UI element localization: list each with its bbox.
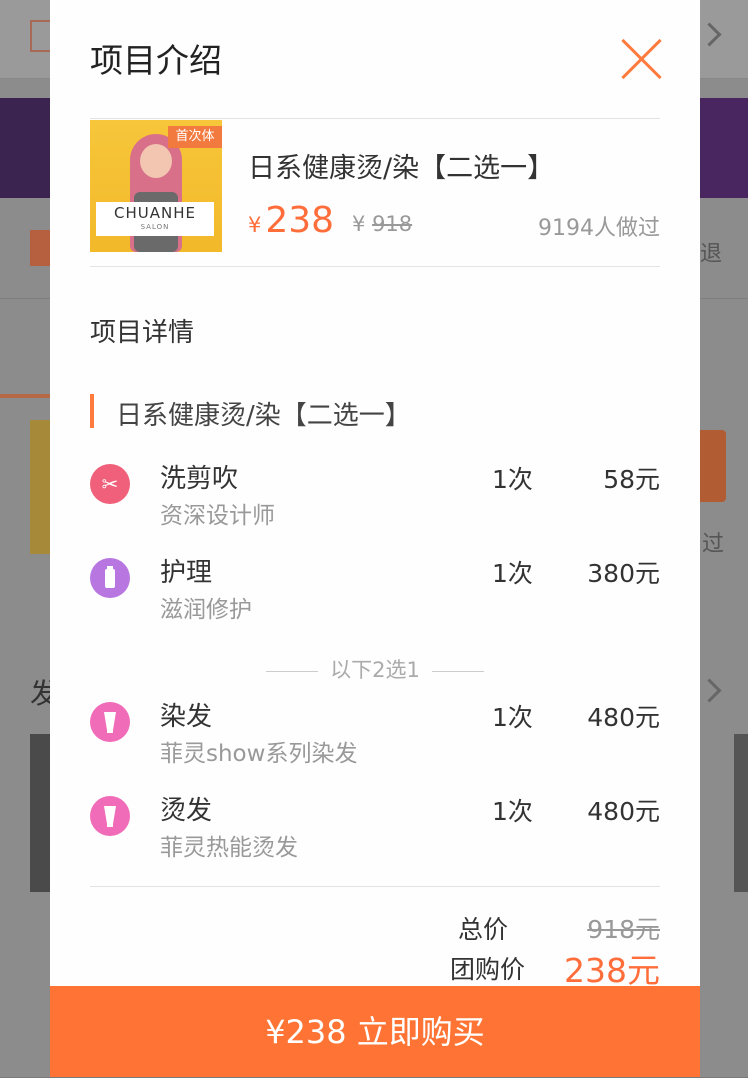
buy-now-button[interactable]: ¥238 立即购买: [50, 986, 700, 1077]
tube-icon: [90, 796, 130, 836]
background-chevron-icon: [697, 678, 722, 703]
salon-logo-sub: SALON: [140, 223, 170, 231]
service-price: 480元: [587, 797, 660, 826]
background-photo: [30, 734, 52, 892]
service-name: 染发: [160, 702, 213, 732]
product-thumbnail: CHUANHE SALON 首次体: [90, 120, 222, 252]
original-price-value: 918: [372, 212, 413, 236]
group-title: 日系健康烫/染【二选一】: [116, 401, 411, 431]
bottle-icon: [90, 558, 130, 598]
divider: [90, 266, 660, 267]
currency-symbol: ¥: [248, 213, 262, 237]
note-line: [266, 670, 319, 672]
close-icon[interactable]: [618, 36, 664, 82]
service-desc: 资深设计师: [160, 503, 275, 529]
note-line: [431, 670, 484, 672]
salon-logo: CHUANHE SALON: [96, 202, 214, 236]
project-intro-modal: 项目介绍 CHUANHE SALON 首次体 日系健康烫/染【二选一】 ¥238…: [50, 0, 700, 1077]
service-item: 烫发 菲灵热能烫发 1次 480元: [90, 790, 660, 870]
service-desc: 菲灵热能烫发: [160, 835, 298, 861]
service-item: 护理 滋润修护 1次 380元: [90, 552, 660, 632]
section-title: 项目详情: [90, 318, 195, 348]
service-price: 380元: [587, 559, 660, 588]
total-label: 总价: [458, 915, 509, 944]
background-thumbnail: [30, 420, 52, 554]
original-currency: ¥: [352, 212, 366, 236]
background-banner-art: [698, 98, 748, 198]
group-price-label: 团购价: [450, 955, 526, 984]
background-done-text: 过: [702, 532, 725, 557]
group-accent-bar: [90, 394, 94, 428]
sold-count: 9194人做过: [538, 216, 660, 241]
tube-icon: [90, 702, 130, 742]
service-price: 58元: [603, 465, 660, 494]
divider: [90, 886, 660, 887]
background-buy-button: [696, 430, 726, 502]
modal-title: 项目介绍: [90, 41, 222, 80]
group-price-value: 238元: [564, 951, 660, 990]
background-tab-indicator: [0, 394, 50, 398]
product-name: 日系健康烫/染【二选一】: [248, 153, 555, 184]
service-price: 480元: [587, 703, 660, 732]
divider: [90, 118, 660, 119]
background-photo: [734, 734, 748, 892]
total-value: 918元: [587, 915, 660, 944]
scissors-icon: ✂: [90, 464, 130, 504]
service-qty: 1次: [492, 797, 533, 826]
salon-logo-text: CHUANHE: [114, 204, 196, 222]
price-value: 238: [265, 200, 335, 241]
service-name: 烫发: [160, 796, 213, 826]
service-qty: 1次: [492, 559, 533, 588]
service-item: 染发 菲灵show系列染发 1次 480元: [90, 696, 660, 776]
service-desc: 滋润修护: [160, 597, 252, 623]
original-price: ¥ 918: [352, 212, 412, 236]
service-name: 洗剪吹: [160, 464, 239, 494]
choose-note-text: 以下2选1: [330, 658, 420, 682]
service-item: ✂ 洗剪吹 资深设计师 1次 58元: [90, 458, 660, 538]
choose-note: 以下2选1: [90, 654, 660, 684]
first-time-badge: 首次体: [168, 126, 222, 148]
service-desc: 菲灵show系列染发: [160, 741, 358, 767]
background-refund-text: 退: [700, 242, 723, 267]
service-name: 护理: [160, 558, 213, 588]
current-price: ¥238: [248, 200, 334, 241]
service-qty: 1次: [492, 703, 533, 732]
service-qty: 1次: [492, 465, 533, 494]
